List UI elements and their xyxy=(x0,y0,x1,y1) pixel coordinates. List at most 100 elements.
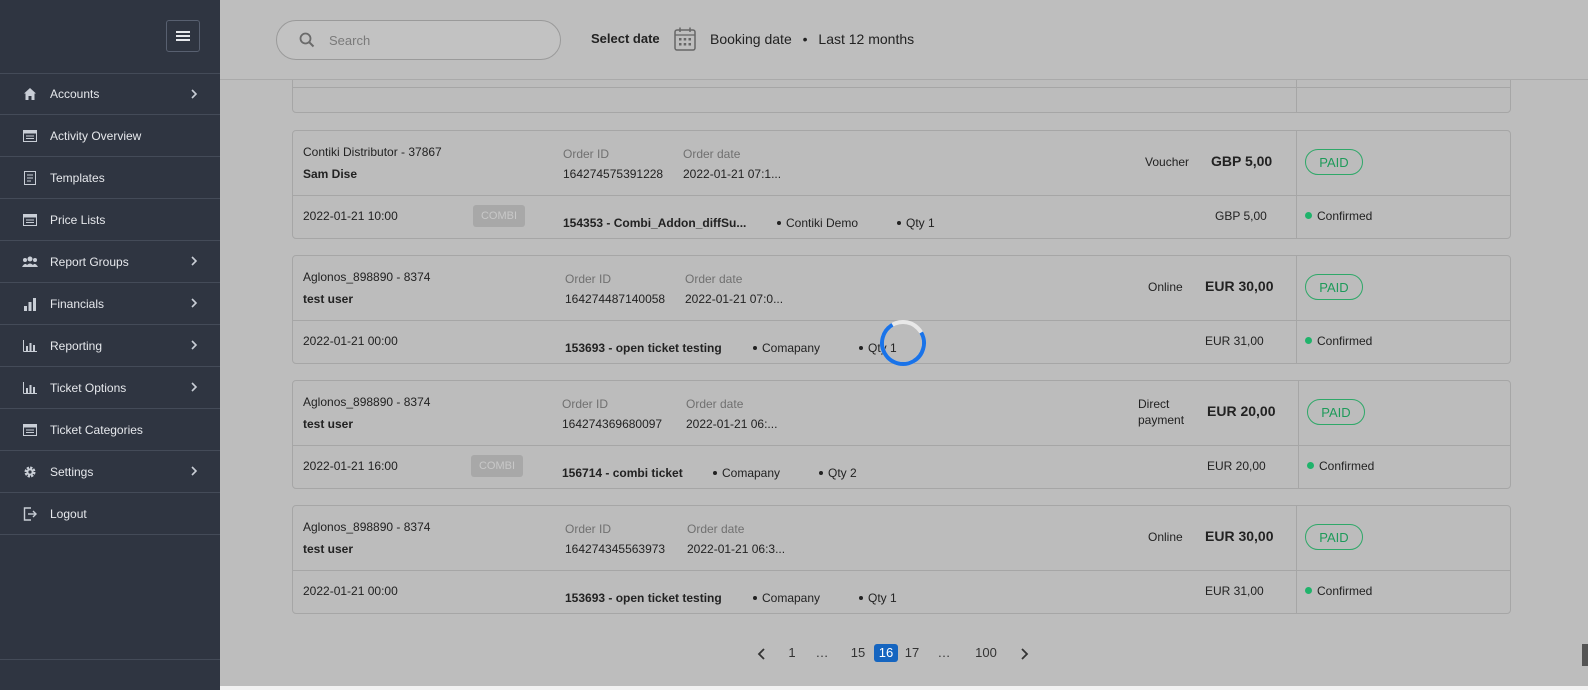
product-name[interactable]: 153693 - open ticket testing xyxy=(565,341,722,355)
payment-method: Online xyxy=(1148,530,1183,544)
visit-date: 2022-01-21 00:00 xyxy=(303,584,398,598)
product-name[interactable]: 153693 - open ticket testing xyxy=(565,591,722,605)
sidebar-item-label: Ticket Options xyxy=(50,380,127,395)
customer-name: Sam Dise xyxy=(303,167,358,181)
list-card-icon xyxy=(22,128,38,144)
order-id-label: Order ID xyxy=(563,147,610,161)
sidebar-item-settings[interactable]: Settings xyxy=(0,451,220,493)
order-total: EUR 30,00 xyxy=(1205,528,1274,544)
order-id: 164274487140058 xyxy=(565,292,666,306)
sidebar-item-reporting[interactable]: Reporting xyxy=(0,325,220,367)
hamburger-menu-button[interactable] xyxy=(166,20,200,52)
sidebar-item-ticket-categories[interactable]: Ticket Categories xyxy=(0,409,220,451)
line-status: Confirmed xyxy=(1305,584,1372,598)
list-card-icon xyxy=(22,422,38,438)
order-id: 164274575391228 xyxy=(563,167,664,181)
chevron-right-icon xyxy=(191,89,198,99)
line-status-text: Confirmed xyxy=(1317,334,1373,348)
payment-method-line1: Direct xyxy=(1138,397,1170,411)
line-status: Confirmed xyxy=(1305,209,1372,223)
page-link[interactable]: 100 xyxy=(974,644,998,662)
quantity: Qty 2 xyxy=(819,466,857,480)
chevron-right-icon xyxy=(191,466,198,476)
sidebar-item-label: Settings xyxy=(50,464,94,479)
supplier-name: Comapany xyxy=(722,466,781,480)
gear-icon xyxy=(22,464,38,480)
chart-icon xyxy=(22,380,38,396)
list-card-icon xyxy=(22,212,38,228)
status-badge[interactable]: PAID xyxy=(1305,274,1363,300)
date-filter-button[interactable]: Booking date • Last 12 months xyxy=(710,31,914,47)
supplier-name: Contiki Demo xyxy=(786,216,859,230)
line-price: EUR 20,00 xyxy=(1207,459,1266,473)
qty: Qty 1 xyxy=(906,216,935,230)
chevron-right-icon xyxy=(191,298,198,308)
customer-name: test user xyxy=(303,417,354,431)
footer-strip xyxy=(220,686,1588,690)
order-date-label: Order date xyxy=(687,522,745,536)
distributor-name: Aglonos_898890 - 8374 xyxy=(303,395,431,409)
order-card[interactable]: Aglonos_898890 - 8374 test user Order ID… xyxy=(292,380,1511,489)
hamburger-icon xyxy=(176,35,190,37)
search-input[interactable] xyxy=(329,32,529,48)
visit-date: 2022-01-21 16:00 xyxy=(303,459,398,473)
loading-spinner-icon xyxy=(880,320,926,366)
order-id: 164274369680097 xyxy=(562,417,663,431)
sidebar-item-financials[interactable]: Financials xyxy=(0,283,220,325)
combi-tag: COMBI xyxy=(473,205,525,227)
sidebar-item-templates[interactable]: Templates xyxy=(0,157,220,199)
status-badge[interactable]: PAID xyxy=(1307,399,1365,425)
order-card-partial xyxy=(292,80,1511,113)
sidebar-item-label: Financials xyxy=(50,296,105,311)
order-total: EUR 30,00 xyxy=(1205,278,1274,294)
order-card[interactable]: Aglonos_898890 - 8374 test user Order ID… xyxy=(292,505,1511,614)
sidebar-item-report-groups[interactable]: Report Groups xyxy=(0,241,220,283)
sidebar-item-accounts[interactable]: Accounts xyxy=(0,73,220,115)
bar-chart-icon xyxy=(22,296,38,312)
status-badge[interactable]: PAID xyxy=(1305,524,1363,550)
scrollbar-thumb[interactable] xyxy=(1582,644,1588,666)
sidebar-item-label: Report Groups xyxy=(50,254,129,269)
chart-icon xyxy=(22,338,38,354)
line-price: EUR 31,00 xyxy=(1205,334,1264,348)
search-box[interactable] xyxy=(276,20,561,60)
product-name[interactable]: 154353 - Combi_Addon_diffSu... xyxy=(563,216,746,230)
order-card[interactable]: Contiki Distributor - 37867 Sam Dise Ord… xyxy=(292,130,1511,239)
orders-list: Contiki Distributor - 37867 Sam Dise Ord… xyxy=(220,80,1588,690)
select-date-label: Select date xyxy=(591,31,660,46)
line-status-text: Confirmed xyxy=(1319,459,1375,473)
distributor-name: Aglonos_898890 - 8374 xyxy=(303,270,431,284)
order-total: EUR 20,00 xyxy=(1207,403,1276,419)
page-ellipsis: … xyxy=(815,645,829,660)
order-id: 164274345563973 xyxy=(565,542,666,556)
sidebar-item-price-lists[interactable]: Price Lists xyxy=(0,199,220,241)
page-link[interactable]: 1 xyxy=(786,644,798,662)
chevron-right-icon xyxy=(191,382,198,392)
order-date: 2022-01-21 07:1... xyxy=(683,167,782,181)
distributor-name: Aglonos_898890 - 8374 xyxy=(303,520,431,534)
sidebar-item-label: Logout xyxy=(50,506,87,521)
prev-page-icon[interactable] xyxy=(756,647,768,661)
document-icon xyxy=(22,170,38,186)
visit-date: 2022-01-21 00:00 xyxy=(303,334,398,348)
combi-tag: COMBI xyxy=(471,455,523,477)
page-link[interactable]: 15 xyxy=(850,644,866,662)
sidebar-item-activity-overview[interactable]: Activity Overview xyxy=(0,115,220,157)
payment-method-line2: payment xyxy=(1138,413,1185,427)
sidebar-item-ticket-options[interactable]: Ticket Options xyxy=(0,367,220,409)
page-link[interactable]: 17 xyxy=(904,644,920,662)
order-date: 2022-01-21 06:3... xyxy=(687,542,786,556)
home-icon xyxy=(22,86,38,102)
visit-date: 2022-01-21 10:00 xyxy=(303,209,398,223)
qty: Qty 2 xyxy=(828,466,857,480)
order-id-label: Order ID xyxy=(565,272,612,286)
quantity: Qty 1 xyxy=(859,591,897,605)
sidebar-item-logout[interactable]: Logout xyxy=(0,493,220,535)
sidebar-item-label: Ticket Categories xyxy=(50,422,143,437)
calendar-icon[interactable] xyxy=(674,27,696,51)
next-page-icon[interactable] xyxy=(1018,647,1030,661)
product-name[interactable]: 156714 - combi ticket xyxy=(562,466,683,480)
supplier: Comapany xyxy=(713,466,780,480)
status-badge[interactable]: PAID xyxy=(1305,149,1363,175)
page-link-current[interactable]: 16 xyxy=(874,644,898,662)
